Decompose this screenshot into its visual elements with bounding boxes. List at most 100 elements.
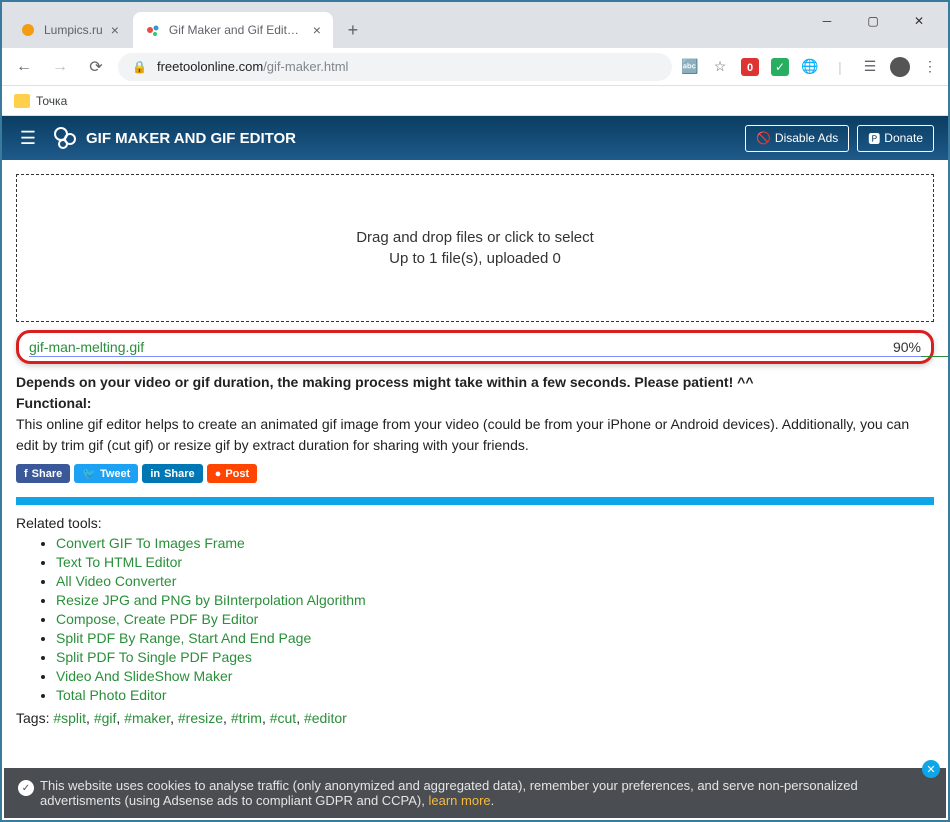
dropzone[interactable]: Drag and drop files or click to select U… (16, 174, 934, 322)
svg-text:0: 0 (747, 62, 753, 74)
url-input[interactable]: 🔒 freetoolonline.com/gif-maker.html (118, 53, 672, 81)
tab-title-0: Lumpics.ru (44, 23, 103, 37)
share-buttons: fShare 🐦Tweet inShare ●Post (2, 464, 948, 483)
menu-icon[interactable]: ⋮ (920, 57, 940, 77)
upload-filename: gif-man-melting.gif (29, 339, 144, 355)
tab-favicon-1 (145, 22, 161, 38)
divider: | (830, 57, 850, 77)
dropzone-text-2: Up to 1 file(s), uploaded 0 (37, 250, 913, 267)
list-item: Video And SlideShow Maker (56, 668, 934, 684)
translate-icon[interactable]: 🔤 (680, 57, 700, 77)
close-icon[interactable]: × (111, 22, 119, 38)
reddit-icon: ● (215, 468, 222, 480)
list-item: All Video Converter (56, 573, 934, 589)
linkedin-icon: in (150, 468, 160, 480)
close-button[interactable]: ✕ (896, 6, 942, 36)
bookmarks-bar: Точка (2, 86, 948, 116)
tab-0[interactable]: Lumpics.ru × (8, 12, 131, 48)
related-link-1[interactable]: Text To HTML Editor (56, 554, 182, 570)
folder-icon (14, 94, 30, 108)
twitter-icon: 🐦 (82, 467, 96, 480)
related-link-0[interactable]: Convert GIF To Images Frame (56, 535, 245, 551)
cookie-banner: ✓ This website uses cookies to analyse t… (4, 768, 946, 818)
related-link-2[interactable]: All Video Converter (56, 573, 176, 589)
related-title: Related tools: (16, 515, 934, 531)
site-header: ☰ GIF MAKER AND GIF EDITOR 🚫 Disable Ads… (2, 116, 948, 160)
list-item: Resize JPG and PNG by BiInterpolation Al… (56, 592, 934, 608)
url-path: /gif-maker.html (263, 59, 348, 74)
dropzone-text-1: Drag and drop files or click to select (37, 229, 913, 246)
forward-button[interactable]: → (46, 53, 74, 81)
reload-button[interactable]: ⟳ (82, 53, 110, 81)
block-icon: 🚫 (756, 131, 771, 145)
share-linkedin[interactable]: inShare (142, 464, 202, 483)
description: Depends on your video or gif duration, t… (2, 364, 948, 460)
bookmark-label: Точка (36, 94, 67, 108)
site-title: GIF MAKER AND GIF EDITOR (86, 130, 296, 147)
related-list: Convert GIF To Images Frame Text To HTML… (16, 535, 934, 703)
related-link-6[interactable]: Split PDF To Single PDF Pages (56, 649, 252, 665)
tag-link[interactable]: #maker (124, 710, 170, 726)
list-item: Split PDF By Range, Start And End Page (56, 630, 934, 646)
bookmark-item[interactable]: Точка (14, 94, 67, 108)
desc-line-1: Depends on your video or gif duration, t… (16, 374, 754, 390)
svg-text:✓: ✓ (775, 60, 785, 74)
tag-link[interactable]: #cut (270, 710, 296, 726)
close-icon[interactable]: × (313, 22, 321, 38)
globe-icon[interactable]: 🌐 (800, 57, 820, 77)
star-icon[interactable]: ☆ (710, 57, 730, 77)
page-content: ☰ GIF MAKER AND GIF EDITOR 🚫 Disable Ads… (2, 116, 948, 820)
related-link-7[interactable]: Video And SlideShow Maker (56, 668, 232, 684)
disable-ads-button[interactable]: 🚫 Disable Ads (745, 125, 849, 152)
tab-title-1: Gif Maker and Gif Editor - Free To (169, 23, 305, 37)
lock-icon: 🔒 (132, 60, 147, 74)
paypal-icon: 🅿 (868, 130, 880, 147)
tags-label: Tags: (16, 710, 53, 726)
new-tab-button[interactable]: + (339, 16, 367, 44)
check-icon[interactable]: ✓ (770, 57, 790, 77)
address-bar: ← → ⟳ 🔒 freetoolonline.com/gif-maker.htm… (2, 48, 948, 86)
window-controls: ─ ▢ ✕ (804, 2, 942, 48)
related-link-4[interactable]: Compose, Create PDF By Editor (56, 611, 258, 627)
list-item: Split PDF To Single PDF Pages (56, 649, 934, 665)
desc-line-2: This online gif editor helps to create a… (16, 416, 909, 453)
related-tools: Related tools: Convert GIF To Images Fra… (2, 515, 948, 703)
related-link-3[interactable]: Resize JPG and PNG by BiInterpolation Al… (56, 592, 366, 608)
donate-button[interactable]: 🅿 Donate (857, 125, 934, 152)
tab-1[interactable]: Gif Maker and Gif Editor - Free To × (133, 12, 333, 48)
related-link-8[interactable]: Total Photo Editor (56, 687, 167, 703)
facebook-icon: f (24, 468, 28, 480)
list-item: Text To HTML Editor (56, 554, 934, 570)
minimize-button[interactable]: ─ (804, 6, 850, 36)
divider (16, 497, 934, 505)
learn-more-link[interactable]: learn more (429, 793, 491, 808)
upload-progress: gif-man-melting.gif 90% (16, 330, 934, 364)
cookie-close-button[interactable]: ✕ (922, 760, 940, 778)
browser-titlebar: Lumpics.ru × Gif Maker and Gif Editor - … (2, 2, 948, 48)
tab-favicon-0 (20, 22, 36, 38)
extension-icons: 🔤 ☆ 0 ✓ 🌐 | ☰ ⋮ (680, 57, 940, 77)
reading-list-icon[interactable]: ☰ (860, 57, 880, 77)
functional-label: Functional: (16, 395, 91, 411)
url-domain: freetoolonline.com (157, 59, 263, 74)
share-reddit[interactable]: ●Post (207, 464, 258, 483)
maximize-button[interactable]: ▢ (850, 6, 896, 36)
upload-percent: 90% (893, 339, 921, 355)
tag-link[interactable]: #resize (178, 710, 223, 726)
check-icon: ✓ (18, 780, 34, 796)
progress-bar (29, 356, 921, 357)
back-button[interactable]: ← (10, 53, 38, 81)
share-twitter[interactable]: 🐦Tweet (74, 464, 138, 483)
share-facebook[interactable]: fShare (16, 464, 70, 483)
avatar[interactable] (890, 57, 910, 77)
list-item: Convert GIF To Images Frame (56, 535, 934, 551)
tags: Tags: #split, #gif, #maker, #resize, #tr… (2, 706, 948, 730)
tag-link[interactable]: #trim (231, 710, 262, 726)
related-link-5[interactable]: Split PDF By Range, Start And End Page (56, 630, 311, 646)
tag-link[interactable]: #split (53, 710, 86, 726)
adblock-icon[interactable]: 0 (740, 57, 760, 77)
tag-link[interactable]: #editor (304, 710, 347, 726)
list-item: Total Photo Editor (56, 687, 934, 703)
hamburger-icon[interactable]: ☰ (16, 126, 40, 150)
tag-link[interactable]: #gif (94, 710, 117, 726)
